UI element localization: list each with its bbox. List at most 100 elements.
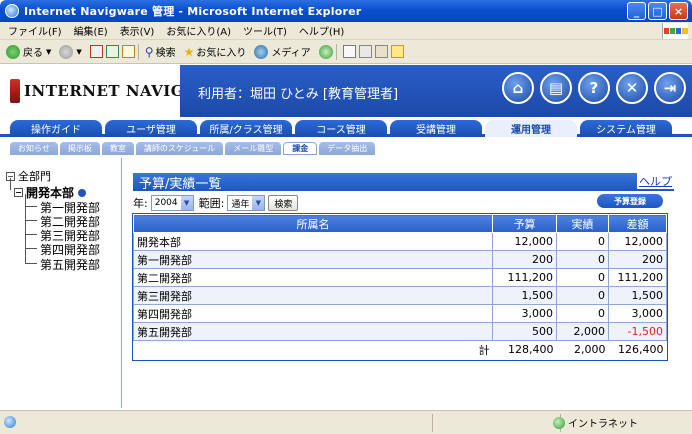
subtab-notices[interactable]: お知らせ: [10, 142, 58, 155]
cell-name: 第四開発部: [132, 304, 494, 323]
tab-enrollment-management[interactable]: 受講管理: [390, 120, 482, 137]
tab-operation-guide[interactable]: 操作ガイド: [10, 120, 102, 137]
budget-register-button[interactable]: 予算登録: [597, 194, 663, 208]
cell-actual: 2,000: [556, 322, 609, 341]
mail-icon[interactable]: [342, 45, 356, 58]
cell-budget: 111,200: [492, 268, 558, 287]
cell-actual: 0: [556, 250, 609, 269]
subtab-bulletin[interactable]: 掲示板: [59, 142, 100, 155]
cell-actual: 0: [556, 304, 609, 323]
cell-name: 開発本部: [132, 232, 494, 251]
tree-root-label: 全部門: [18, 170, 51, 183]
book-icon[interactable]: ▤: [540, 72, 572, 104]
selected-arrow-icon: [78, 188, 87, 197]
cell-name: 第一開発部: [132, 250, 494, 269]
range-value: 通年: [231, 199, 250, 210]
column-header: 実績: [556, 214, 609, 233]
ie-icon: [5, 4, 19, 18]
cell-budget: 3,000: [492, 304, 558, 323]
subtab-data-extract[interactable]: データ抽出: [319, 142, 376, 155]
back-arrow-icon: [6, 44, 20, 59]
chevron-down-icon: ▼: [180, 196, 193, 210]
column-header: 予算: [492, 214, 558, 233]
content-panel: 予算/実績一覧 ヘルプ 年: 2004 ▼ 範囲: 通年 ▼ 検索 予算登録 所…: [123, 158, 692, 408]
edit-icon[interactable]: [374, 45, 388, 58]
org-tree-sidebar: − 全部門 − 開発本部 第一開発部 第二開発部 第三開発部 第四開発部 第五開…: [0, 158, 122, 408]
media-button[interactable]: メディア: [254, 44, 311, 59]
tab-user-management[interactable]: ユーザ管理: [105, 120, 197, 137]
cell-diff: 111,200: [608, 268, 667, 287]
print-icon[interactable]: [358, 45, 372, 58]
page-status-icon: [4, 416, 16, 428]
year-select[interactable]: 2004 ▼: [150, 195, 194, 211]
search-label: 検索: [155, 48, 176, 59]
stop-icon[interactable]: [89, 45, 103, 58]
close-button[interactable]: ×: [669, 2, 688, 20]
media-label: メディア: [271, 48, 311, 59]
forward-button[interactable]: ▼: [59, 44, 82, 59]
favorites-button[interactable]: ★ お気に入り: [183, 44, 247, 60]
table-total-row: 計 128,400 2,000 126,400: [133, 340, 667, 359]
collapse-icon[interactable]: −: [14, 188, 23, 197]
table-header-row: 所属名 予算 実績 差額: [132, 214, 667, 233]
subtab-billing[interactable]: 課金: [283, 142, 318, 155]
cell-diff: 1,500: [608, 286, 667, 305]
menu-view[interactable]: 表示(V): [120, 23, 155, 38]
table-row: 第二開発部 111,200 0 111,200: [132, 268, 667, 287]
tree-leaf[interactable]: 第五開発部: [40, 256, 100, 273]
search-button[interactable]: ⚲ 検索: [144, 44, 176, 60]
total-label: 計: [133, 340, 493, 359]
search-button[interactable]: 検索: [268, 195, 299, 211]
tools-icon[interactable]: ✕: [616, 72, 648, 104]
cell-budget: 1,500: [492, 286, 558, 305]
menu-favorites[interactable]: お気に入り(A): [166, 23, 231, 38]
menu-bar: ファイル(F) 編集(E) 表示(V) お気に入り(A) ツール(T) ヘルプ(…: [0, 22, 692, 40]
cell-diff: 200: [608, 250, 667, 269]
star-icon: ★: [183, 44, 195, 59]
tab-course-management[interactable]: コース管理: [295, 120, 387, 137]
refresh-icon[interactable]: [105, 45, 119, 58]
tree-line: [25, 194, 26, 264]
range-select[interactable]: 通年 ▼: [227, 195, 266, 211]
year-value: 2004: [154, 198, 178, 208]
back-button[interactable]: 戻る ▼: [6, 44, 51, 59]
back-label: 戻る: [23, 48, 43, 59]
messenger-icon[interactable]: [390, 45, 404, 58]
subtab-classroom[interactable]: 教室: [101, 142, 134, 155]
tab-operations-management[interactable]: 運用管理: [485, 120, 577, 137]
home-icon[interactable]: [121, 45, 135, 58]
windows-logo-icon: [662, 23, 688, 39]
cell-actual: 0: [556, 268, 609, 287]
subtab-instructor-schedule[interactable]: 講師のスケジュール: [135, 142, 224, 155]
history-icon[interactable]: [318, 44, 333, 59]
year-label: 年:: [133, 197, 148, 210]
menu-tools[interactable]: ツール(T): [243, 23, 287, 38]
zone-indicator: イントラネット: [553, 415, 638, 430]
cell-name: 第五開発部: [132, 322, 494, 341]
tab-system-management[interactable]: システム管理: [580, 120, 672, 137]
sub-tabs: お知らせ 掲示板 教室 講師のスケジュール メール雛型 課金 データ抽出: [0, 140, 692, 156]
exit-icon[interactable]: ⇥: [654, 72, 686, 104]
maximize-button[interactable]: □: [648, 2, 667, 20]
subtab-mail-template[interactable]: メール雛型: [225, 142, 282, 155]
status-separator: [432, 414, 433, 432]
help-link[interactable]: ヘルプ: [637, 173, 674, 189]
cell-diff: 12,000: [608, 232, 667, 251]
zone-label: イントラネット: [568, 419, 638, 430]
menu-edit[interactable]: 編集(E): [74, 23, 108, 38]
tree-line: [25, 234, 37, 235]
minimize-button[interactable]: _: [627, 2, 646, 20]
tree-root[interactable]: − 全部門: [6, 168, 51, 184]
help-icon[interactable]: ?: [578, 72, 610, 104]
tree-line: [25, 263, 37, 264]
table-row: 第四開発部 3,000 0 3,000: [132, 304, 667, 323]
budget-table: 所属名 予算 実績 差額 開発本部 12,000 0 12,000 第一開発部 …: [132, 214, 667, 359]
menu-file[interactable]: ファイル(F): [8, 23, 62, 38]
chevron-down-icon: ▼: [76, 47, 82, 56]
home-icon[interactable]: ⌂: [502, 72, 534, 104]
status-bar: イントラネット: [0, 410, 692, 434]
tab-org-class-management[interactable]: 所属/クラス管理: [200, 120, 292, 137]
menu-help[interactable]: ヘルプ(H): [299, 23, 344, 38]
user-label: 利用者：堀田 ひとみ [教育管理者]: [198, 87, 399, 102]
search-icon: ⚲: [144, 44, 154, 59]
